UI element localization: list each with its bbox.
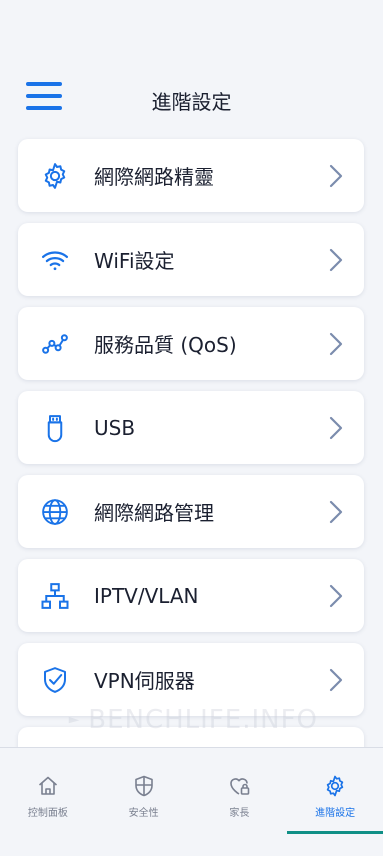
chevron-right-icon (329, 332, 343, 356)
nav-label: 家長 (229, 808, 250, 819)
nav-label: 控制面板 (27, 808, 68, 819)
menu-item-usb[interactable]: USB (18, 391, 364, 464)
qos-nodes-icon (40, 329, 70, 359)
chevron-right-icon (329, 248, 343, 272)
globe-icon (40, 497, 70, 527)
gear-icon (326, 775, 344, 797)
nav-security[interactable]: 安全性 (96, 748, 192, 856)
chevron-right-icon (329, 668, 343, 692)
menu-item-label: 網際網路精靈 (94, 165, 214, 189)
watermark-logo-icon (68, 716, 80, 724)
menu-item-iptv-vlan[interactable]: IPTV/VLAN (18, 559, 364, 632)
nav-dashboard[interactable]: 控制面板 (0, 748, 96, 856)
shield-icon (134, 775, 153, 797)
active-tab-indicator (287, 831, 383, 834)
nav-parental[interactable]: 家長 (192, 748, 288, 856)
chevron-right-icon (329, 416, 343, 440)
app-header: 進階設定 (0, 62, 383, 138)
menu-item-label: VPN伺服器 (94, 669, 195, 693)
bottom-navigation: 控制面板 安全性 家長 進階設定 (0, 747, 383, 856)
shield-check-icon (40, 665, 70, 695)
usb-icon (40, 413, 70, 443)
menu-item-label: USB (94, 415, 136, 440)
watermark: BENCHLIFE.INFO (68, 700, 318, 740)
menu-item-label: 服務品質 (QoS) (94, 333, 237, 357)
menu-item-label: WiFi設定 (94, 249, 175, 273)
menu-line (26, 106, 62, 110)
gear-icon (40, 161, 70, 191)
menu-line (26, 82, 62, 86)
nav-label: 安全性 (128, 808, 159, 819)
chevron-right-icon (329, 584, 343, 608)
menu-item-qos[interactable]: 服務品質 (QoS) (18, 307, 364, 380)
network-tree-icon (40, 581, 70, 611)
menu-item-label: IPTV/VLAN (94, 583, 199, 608)
nav-advanced-settings[interactable]: 進階設定 (287, 748, 383, 856)
menu-item-wifi-settings[interactable]: WiFi設定 (18, 223, 364, 296)
watermark-text: BENCHLIFE.INFO (88, 705, 318, 735)
menu-item-internet-wizard[interactable]: 網際網路精靈 (18, 139, 364, 212)
heart-lock-icon (230, 778, 250, 795)
wifi-icon (40, 245, 70, 275)
hamburger-menu-button[interactable] (26, 82, 66, 114)
chevron-right-icon (329, 500, 343, 524)
status-bar (0, 0, 383, 62)
home-icon (38, 776, 57, 795)
page-title: 進階設定 (151, 89, 232, 114)
menu-item-internet-management[interactable]: 網際網路管理 (18, 475, 364, 548)
settings-list: 網際網路精靈 WiFi設定 服務品質 (QoS) USB 網際網路管理 IPTV… (18, 139, 364, 757)
nav-label: 進階設定 (315, 808, 356, 819)
menu-line (26, 94, 62, 98)
menu-item-label: 網際網路管理 (94, 501, 214, 525)
chevron-right-icon (329, 164, 343, 188)
